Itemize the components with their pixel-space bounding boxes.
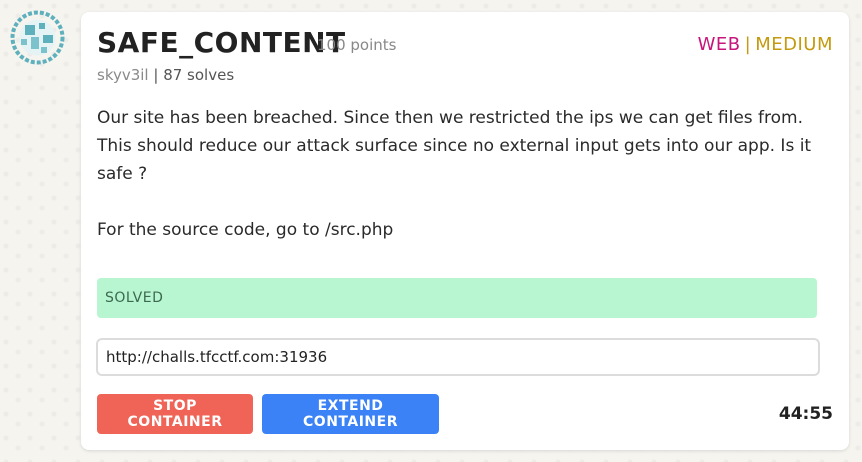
meta-separator: |: [148, 66, 164, 84]
description-paragraph: For the source code, go to /src.php: [97, 220, 394, 240]
tag-separator: |: [744, 34, 752, 55]
category-tag: WEB: [697, 34, 741, 55]
extend-container-button[interactable]: EXTEND CONTAINER: [262, 394, 439, 434]
solved-status-banner: SOLVED: [97, 278, 817, 318]
description-paragraph: Our site has been breached. Since then w…: [97, 108, 812, 184]
challenge-meta: skyv3il | 87 solves: [97, 66, 234, 84]
container-timer: 44:55: [778, 404, 833, 424]
team-avatar-icon: [9, 9, 66, 66]
challenge-solves: 87 solves: [163, 66, 235, 84]
challenge-title: SAFE_CONTENT: [97, 26, 346, 59]
challenge-tags: WEB | MEDIUM: [698, 34, 833, 55]
challenge-card: SAFE_CONTENT 100 points skyv3il | 87 sol…: [81, 12, 849, 450]
difficulty-tag: MEDIUM: [755, 34, 833, 55]
instance-url-field[interactable]: [96, 338, 820, 376]
challenge-author: skyv3il: [97, 66, 149, 84]
stop-container-button[interactable]: STOP CONTAINER: [97, 394, 253, 434]
challenge-description: Our site has been breached. Since then w…: [97, 104, 827, 244]
challenge-points: 100 points: [317, 36, 397, 54]
